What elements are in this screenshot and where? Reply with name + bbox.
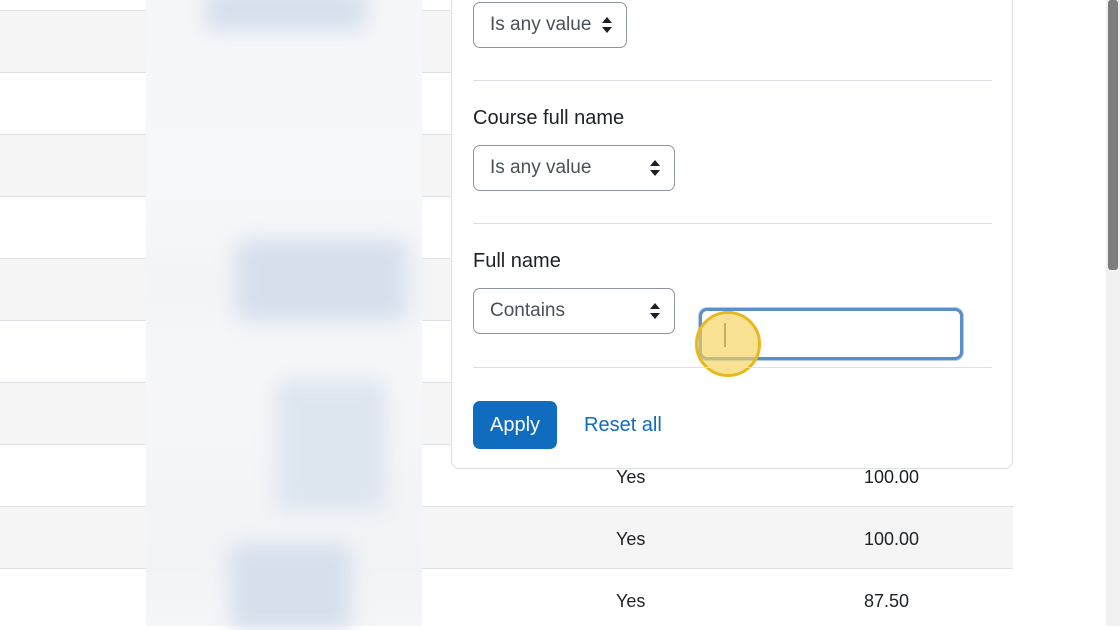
apply-button[interactable]: Apply: [473, 401, 557, 449]
full-name-operator-select[interactable]: Contains: [473, 288, 675, 334]
divider: [473, 223, 992, 224]
grade-value: 100.00: [864, 467, 920, 487]
divider: [473, 367, 992, 368]
grade-value: 100.00: [864, 529, 920, 549]
filter-actions: Apply Reset all: [473, 401, 992, 449]
reset-all-link[interactable]: Reset all: [584, 414, 662, 437]
full-name-label: Full name: [473, 250, 561, 272]
course-full-name-select[interactable]: Is any value: [473, 145, 675, 191]
completion-status: Yes: [616, 591, 646, 611]
scrollbar-thumb[interactable]: [1108, 0, 1118, 270]
select-caret-icon: [602, 16, 612, 34]
select-caret-icon: [650, 302, 660, 320]
divider: [473, 80, 992, 81]
full-name-operator-value: Contains: [490, 300, 565, 321]
redacted-name-column: [146, 0, 422, 630]
redaction-blob: [276, 380, 386, 510]
select-caret-icon: [650, 159, 660, 177]
redaction-blob: [231, 545, 351, 630]
completion-status: Yes: [616, 529, 646, 549]
course-full-name-label: Course full name: [473, 107, 625, 129]
redaction-blob: [206, 0, 366, 30]
first-filter-select[interactable]: Is any value: [473, 2, 627, 48]
completion-status: Yes: [616, 467, 646, 487]
page-scrollbar[interactable]: [1106, 0, 1120, 626]
redaction-blob: [236, 240, 406, 320]
filters-panel: Is any value Course full name Is any val…: [451, 0, 1013, 469]
course-full-name-select-value: Is any value: [490, 157, 592, 178]
first-filter-select-value: Is any value: [490, 14, 592, 35]
grade-value: 87.50: [864, 591, 910, 611]
